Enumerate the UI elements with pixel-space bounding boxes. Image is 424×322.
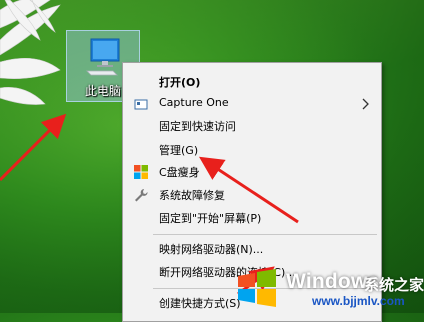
menu-item-label: 映射网络驱动器(N)...	[159, 243, 264, 256]
capture-one-icon	[133, 96, 149, 112]
menu-item-label: 管理(G)	[159, 144, 199, 157]
menu-item-pin-quick-access[interactable]: 固定到快速访问	[123, 115, 381, 137]
menu-item-label: C盘瘦身	[159, 166, 200, 179]
menu-item-label: 固定到"开始"屏幕(P)	[159, 212, 262, 225]
menu-item-label: 系统故障修复	[159, 189, 225, 202]
windows-flag-icon	[238, 269, 276, 307]
site-watermark: Windows 系统之家 www.bjjmlv.com	[228, 262, 424, 313]
watermark-brand-cn: 系统之家	[364, 276, 424, 294]
menu-item-pin-start[interactable]: 固定到"开始"屏幕(P)	[123, 207, 381, 229]
chevron-right-icon	[361, 96, 371, 110]
menu-item-system-repair[interactable]: 系统故障修复	[123, 184, 381, 206]
menu-item-manage[interactable]: 管理(G)	[123, 139, 381, 161]
menu-item-map-network-drive[interactable]: 映射网络驱动器(N)...	[123, 238, 381, 260]
menu-item-c-drive-cleanup[interactable]: C盘瘦身	[123, 161, 381, 183]
menu-item-label: 固定到快速访问	[159, 120, 236, 133]
wrench-icon	[133, 187, 149, 203]
menu-item-label: 打开(O)	[159, 76, 201, 89]
menu-item-label: Capture One	[159, 96, 229, 109]
computer-icon	[86, 38, 120, 76]
menu-item-capture-one[interactable]: Capture One	[123, 93, 381, 115]
watermark-url: www.bjjmlv.com	[312, 294, 405, 308]
menu-separator	[153, 234, 377, 235]
windows-logo-icon	[133, 164, 149, 180]
menu-item-open[interactable]: 打开(O)	[123, 71, 381, 93]
